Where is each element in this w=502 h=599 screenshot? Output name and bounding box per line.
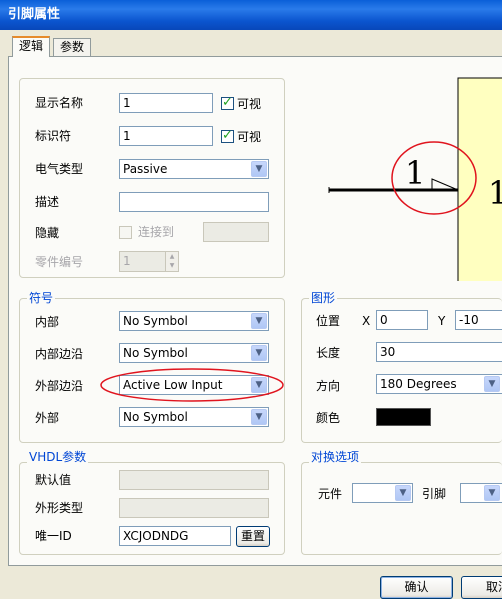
x-input[interactable]: 0 bbox=[376, 310, 428, 330]
designator-input[interactable]: 1 bbox=[119, 126, 213, 146]
preview-pin-name: 1 bbox=[405, 154, 425, 192]
swap-component-label: 元件 bbox=[318, 487, 343, 501]
symbol-group-title: 符号 bbox=[27, 291, 56, 305]
swap-pin-label: 引脚 bbox=[422, 487, 447, 501]
connect-to-input[interactable] bbox=[203, 222, 269, 242]
chevron-down-icon[interactable]: ▼ bbox=[484, 485, 500, 501]
graphics-group-title: 图形 bbox=[309, 291, 338, 305]
length-input[interactable]: 30 bbox=[376, 342, 502, 362]
window-title: 引脚属性 bbox=[0, 0, 502, 30]
chevron-down-icon[interactable]: ▼ bbox=[395, 485, 411, 501]
check-icon: ✓ bbox=[222, 128, 233, 143]
swap-component-select[interactable]: ▼ bbox=[352, 483, 413, 503]
check-icon: ✓ bbox=[222, 95, 233, 110]
inside-edge-select[interactable]: No Symbol ▼ bbox=[119, 343, 269, 363]
hidden-checkbox[interactable] bbox=[119, 226, 132, 239]
outside-select[interactable]: No Symbol ▼ bbox=[119, 407, 269, 427]
inside-edge-label: 内部边沿 bbox=[35, 347, 84, 361]
chevron-down-icon[interactable]: ▼ bbox=[251, 161, 267, 177]
outside-label: 外部 bbox=[35, 411, 60, 425]
inside-label: 内部 bbox=[35, 315, 60, 329]
cancel-button[interactable]: 取消 bbox=[461, 576, 502, 599]
outside-edge-label: 外部边沿 bbox=[35, 379, 84, 393]
vhdl-group-title: VHDL参数 bbox=[27, 450, 89, 464]
unique-id-label: 唯一ID bbox=[35, 529, 72, 543]
swap-pin-select[interactable]: ▼ bbox=[460, 483, 502, 503]
color-label: 颜色 bbox=[316, 411, 341, 425]
designator-label: 标识符 bbox=[35, 129, 72, 143]
spin-down-icon[interactable]: ▼ bbox=[166, 261, 178, 270]
description-input[interactable] bbox=[119, 192, 269, 212]
tab-parameters[interactable]: 参数 bbox=[53, 38, 92, 57]
highlight-ellipse bbox=[100, 368, 284, 402]
electrical-type-value: Passive bbox=[123, 162, 168, 176]
inside-select[interactable]: No Symbol ▼ bbox=[119, 311, 269, 331]
swap-group-title: 对换选项 bbox=[309, 450, 362, 464]
formal-type-input[interactable] bbox=[119, 498, 269, 518]
inside-value: No Symbol bbox=[123, 314, 188, 328]
inside-edge-value: No Symbol bbox=[123, 346, 188, 360]
swap-group bbox=[301, 462, 502, 555]
active-low-input-symbol bbox=[431, 178, 459, 191]
y-input[interactable]: -10 bbox=[455, 310, 502, 330]
part-number-input[interactable]: 1 bbox=[119, 251, 166, 272]
description-label: 描述 bbox=[35, 195, 60, 209]
chevron-down-icon[interactable]: ▼ bbox=[251, 313, 267, 329]
display-name-visible-checkbox[interactable]: ✓ bbox=[221, 95, 234, 110]
spin-up-icon[interactable]: ▲ bbox=[166, 252, 178, 261]
part-number-label: 零件编号 bbox=[35, 255, 84, 269]
pin-preview-drawing: 1 1 bbox=[328, 77, 502, 283]
display-name-label: 显示名称 bbox=[35, 96, 84, 110]
x-label: X bbox=[362, 314, 371, 328]
unique-id-input[interactable]: XCJODNDG bbox=[119, 526, 231, 546]
tab-logic[interactable]: 逻辑 bbox=[12, 36, 51, 57]
orientation-value: 180 Degrees bbox=[380, 377, 457, 391]
hidden-label: 隐藏 bbox=[35, 226, 60, 240]
part-number-stepper[interactable]: ▲ ▼ bbox=[165, 251, 179, 272]
ok-button[interactable]: 确认 bbox=[380, 576, 453, 599]
outside-value: No Symbol bbox=[123, 410, 188, 424]
reset-button[interactable]: 重置 bbox=[236, 526, 270, 547]
default-value-input[interactable] bbox=[119, 470, 269, 490]
formal-type-label: 外形类型 bbox=[35, 501, 84, 515]
designator-visible-label: 可视 bbox=[237, 130, 262, 144]
pin-preview: 1 1 bbox=[301, 71, 502, 283]
chevron-down-icon[interactable]: ▼ bbox=[251, 345, 267, 361]
chevron-down-icon[interactable]: ▼ bbox=[251, 409, 267, 425]
electrical-type-select[interactable]: Passive ▼ bbox=[119, 159, 269, 179]
color-swatch[interactable] bbox=[376, 408, 431, 426]
display-name-visible-label: 可视 bbox=[237, 97, 262, 111]
preview-designator: 1 bbox=[488, 174, 502, 212]
chevron-down-icon[interactable]: ▼ bbox=[484, 376, 500, 392]
orientation-select[interactable]: 180 Degrees ▼ bbox=[376, 374, 502, 394]
length-label: 长度 bbox=[316, 346, 341, 360]
y-label: Y bbox=[438, 314, 446, 328]
connect-to-label: 连接到 bbox=[138, 225, 175, 239]
default-value-label: 默认值 bbox=[35, 473, 72, 487]
electrical-type-label: 电气类型 bbox=[35, 162, 84, 176]
display-name-input[interactable]: 1 bbox=[119, 93, 213, 113]
designator-visible-checkbox[interactable]: ✓ bbox=[221, 128, 234, 143]
location-label: 位置 bbox=[316, 314, 341, 328]
orientation-label: 方向 bbox=[316, 379, 341, 393]
